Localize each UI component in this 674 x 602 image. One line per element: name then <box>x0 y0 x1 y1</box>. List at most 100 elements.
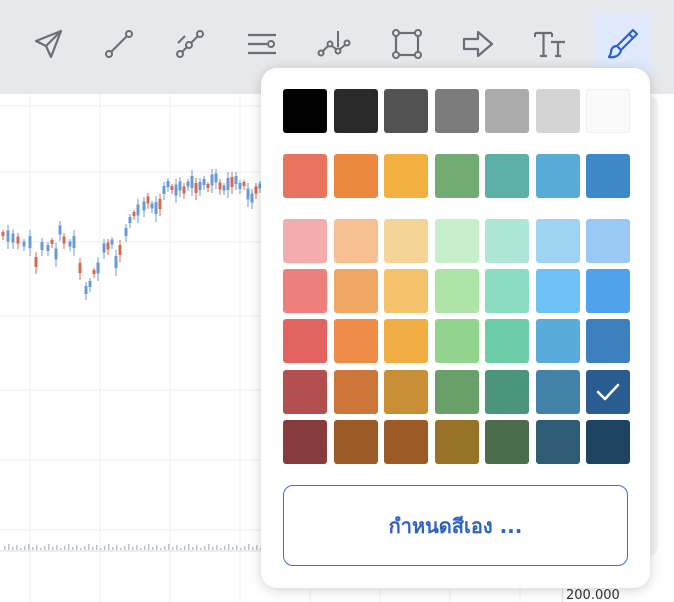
color-swatch[interactable] <box>535 370 580 414</box>
parallel-lines-icon <box>248 33 276 55</box>
brush-icon <box>607 28 639 59</box>
color-swatch[interactable] <box>283 269 327 313</box>
volume-bar <box>256 545 258 550</box>
color-swatch[interactable] <box>333 89 378 133</box>
tool-arrow[interactable] <box>449 14 507 74</box>
color-swatch[interactable] <box>485 154 529 198</box>
candle-body <box>226 178 230 190</box>
candle-body <box>254 186 258 194</box>
multi-point-line-icon <box>176 30 204 58</box>
volume-bar <box>216 545 218 550</box>
color-swatch[interactable] <box>333 370 378 414</box>
volume-bar <box>140 548 142 550</box>
color-swatch[interactable] <box>283 154 327 198</box>
color-swatch[interactable] <box>535 319 580 363</box>
volume-bar <box>128 544 130 550</box>
color-swatch[interactable] <box>434 370 479 414</box>
candle-body <box>58 225 62 235</box>
color-swatch[interactable] <box>384 269 428 313</box>
tool-multi-point-line[interactable] <box>161 14 219 74</box>
color-swatch[interactable] <box>333 319 378 363</box>
color-swatch[interactable] <box>535 154 580 198</box>
color-swatch[interactable] <box>333 219 378 263</box>
volume-bar <box>36 545 38 550</box>
volume-bar <box>84 546 86 550</box>
color-swatch[interactable] <box>586 420 630 464</box>
color-swatch[interactable] <box>434 89 479 133</box>
color-swatch[interactable] <box>384 89 428 133</box>
volume-bar <box>200 548 202 550</box>
volume-bar <box>164 546 166 550</box>
color-swatch[interactable] <box>384 370 428 414</box>
volume-bar <box>244 546 246 550</box>
color-swatch[interactable] <box>535 269 580 313</box>
arrow-icon <box>462 30 494 58</box>
color-swatch[interactable] <box>384 154 428 198</box>
candle-body <box>62 236 66 244</box>
volume-bar <box>68 544 70 550</box>
volume-bar <box>104 546 106 550</box>
text-icon <box>534 31 565 58</box>
color-swatch[interactable] <box>434 219 479 263</box>
color-swatch[interactable] <box>283 89 327 133</box>
volume-bar <box>52 547 54 550</box>
tool-trend-line[interactable] <box>90 14 148 74</box>
color-swatch[interactable] <box>586 154 630 198</box>
volume-bar <box>208 544 210 550</box>
color-swatch[interactable] <box>485 219 529 263</box>
color-swatch[interactable] <box>333 154 378 198</box>
color-swatch[interactable] <box>485 269 529 313</box>
tool-parallel-lines[interactable] <box>233 14 291 74</box>
volume-bar <box>12 547 14 550</box>
color-swatch[interactable] <box>434 420 479 464</box>
color-swatch[interactable] <box>586 89 630 133</box>
color-swatch[interactable] <box>586 370 630 414</box>
candle-body <box>218 182 222 190</box>
color-swatch[interactable] <box>586 219 630 263</box>
volume-bar <box>64 546 66 550</box>
color-swatch[interactable] <box>283 319 327 363</box>
color-swatch[interactable] <box>434 319 479 363</box>
color-swatch[interactable] <box>283 370 327 414</box>
tool-text[interactable] <box>521 14 579 74</box>
volume-bar <box>148 544 150 550</box>
tool-cursor-arrow[interactable] <box>19 14 77 74</box>
color-swatch[interactable] <box>535 420 580 464</box>
candle-body <box>150 203 154 209</box>
volume-bar <box>232 547 234 550</box>
tool-pattern[interactable] <box>305 14 363 74</box>
volume-bar <box>76 545 78 550</box>
color-swatch[interactable] <box>384 319 428 363</box>
color-swatch[interactable] <box>333 420 378 464</box>
color-swatch[interactable] <box>333 269 378 313</box>
color-swatch[interactable] <box>485 420 529 464</box>
color-swatch[interactable] <box>384 420 428 464</box>
candle-body <box>146 196 150 204</box>
tool-rectangle[interactable] <box>378 14 436 74</box>
volume-bar <box>160 548 162 550</box>
color-swatch[interactable] <box>535 219 580 263</box>
color-swatch[interactable] <box>434 154 479 198</box>
candle-body <box>198 182 202 190</box>
tool-brush[interactable] <box>594 14 652 74</box>
volume-bar <box>96 545 98 550</box>
cursor-arrow-icon <box>34 29 63 59</box>
volume-bar <box>44 546 46 550</box>
color-swatch[interactable] <box>485 319 529 363</box>
volume-bar <box>116 545 118 550</box>
color-swatch[interactable] <box>485 89 529 133</box>
color-swatch[interactable] <box>586 269 630 313</box>
color-swatch[interactable] <box>485 370 529 414</box>
color-swatch[interactable] <box>384 219 428 263</box>
custom-color-button[interactable]: กำหนดสีเอง ... <box>283 485 628 566</box>
volume-bar <box>24 546 26 550</box>
color-swatch[interactable] <box>283 219 327 263</box>
color-swatch[interactable] <box>586 319 630 363</box>
color-swatch[interactable] <box>434 269 479 313</box>
candle-body <box>72 236 76 248</box>
volume-bar <box>152 547 154 550</box>
color-swatch[interactable] <box>283 420 327 464</box>
candle-body <box>6 230 10 242</box>
color-swatch[interactable] <box>535 89 580 133</box>
drawing-app: 200.000 กำหนดสีเอง ... <box>0 0 674 602</box>
